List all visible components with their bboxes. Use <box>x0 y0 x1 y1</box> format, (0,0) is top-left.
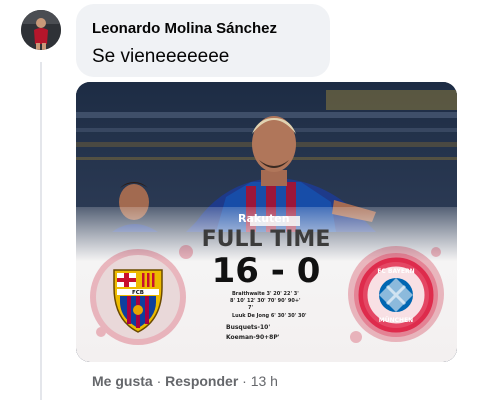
like-link[interactable]: Me gusta <box>92 373 153 389</box>
separator: · <box>242 373 247 389</box>
sponsor-text: Rakuten <box>238 212 290 225</box>
fc-bayern-badge: FC BAYERN MÜNCHEN <box>354 253 438 337</box>
away-badge-bottom-text: MÜNCHEN <box>379 317 413 324</box>
headline: FULL TIME <box>202 227 331 252</box>
away-badge-top-text: FC BAYERN <box>377 268 414 275</box>
scorer-line: Koeman-90+8P' <box>226 334 280 341</box>
fc-barcelona-badge: FCB <box>96 255 180 339</box>
scorer-line: Braithwaite 3' 20' 22' 3' <box>232 291 299 297</box>
scorer-line: 8' 10' 12' 30' 70' 90' 90+' <box>230 298 301 304</box>
reply-link[interactable]: Responder <box>165 373 238 389</box>
scorer-line: 7' <box>248 305 253 311</box>
home-badge-text: FCB <box>132 290 144 296</box>
comment-text: Se vieneeeeeee <box>92 46 230 67</box>
scorer-line: Busquets-10' <box>226 324 270 331</box>
separator: · <box>156 373 162 389</box>
scorer-line: Luuk De Jong 6' 30' 30' 30' <box>232 313 307 319</box>
timestamp[interactable]: 13 h <box>251 373 278 389</box>
comment-attachment-image[interactable]: Rakuten FULL TIME 16 - 0 Braithwaite 3' … <box>76 82 457 362</box>
avatar[interactable] <box>21 10 61 50</box>
thread-line <box>40 62 42 400</box>
match-result-graphic: Rakuten FULL TIME 16 - 0 Braithwaite 3' … <box>76 82 457 362</box>
comment-actions: Me gusta · Responder · 13 h <box>92 373 278 389</box>
comment-author[interactable]: Leonardo Molina Sánchez <box>92 20 277 37</box>
avatar-image <box>21 10 61 50</box>
final-score: 16 - 0 <box>212 251 321 291</box>
comment-bubble: Leonardo Molina Sánchez Se vieneeeeeee <box>76 4 330 77</box>
